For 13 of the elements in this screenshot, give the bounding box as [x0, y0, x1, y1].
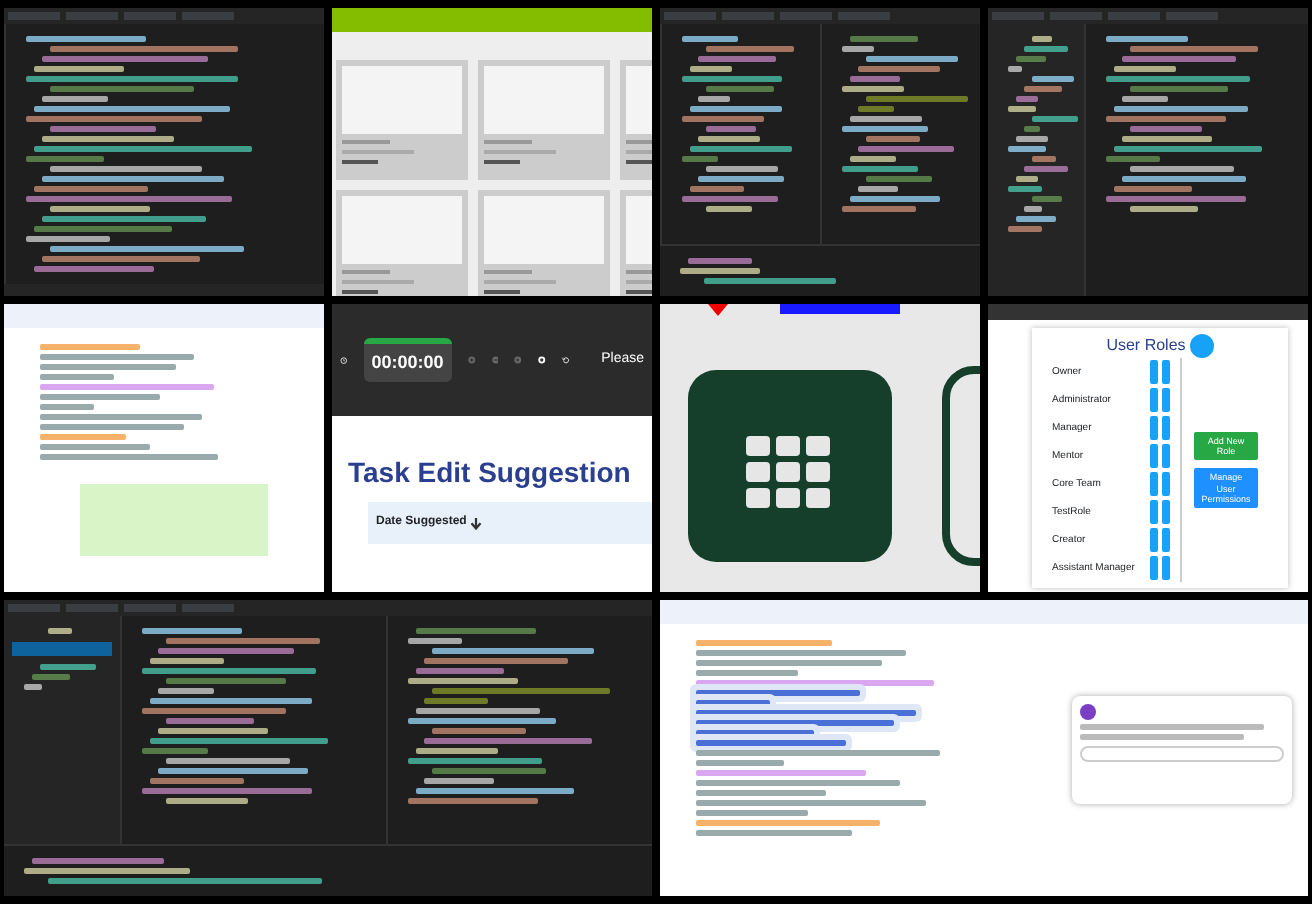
card-title: User Roles	[1106, 334, 1186, 358]
role-icon[interactable]	[1148, 360, 1172, 384]
role-icon[interactable]	[1148, 528, 1172, 552]
role-icon[interactable]	[1148, 500, 1172, 524]
page-title: Task Edit Suggestion	[348, 454, 633, 492]
role-icon[interactable]	[1148, 472, 1172, 496]
timer-display: 00:00:00	[363, 337, 452, 383]
sort-arrow-icon[interactable]	[470, 517, 483, 529]
role-icon[interactable]	[1148, 556, 1172, 580]
info-icon	[1189, 334, 1214, 358]
role-icon[interactable]	[1148, 444, 1172, 468]
role-icon[interactable]	[1148, 388, 1172, 412]
role-icon[interactable]	[1148, 416, 1172, 440]
